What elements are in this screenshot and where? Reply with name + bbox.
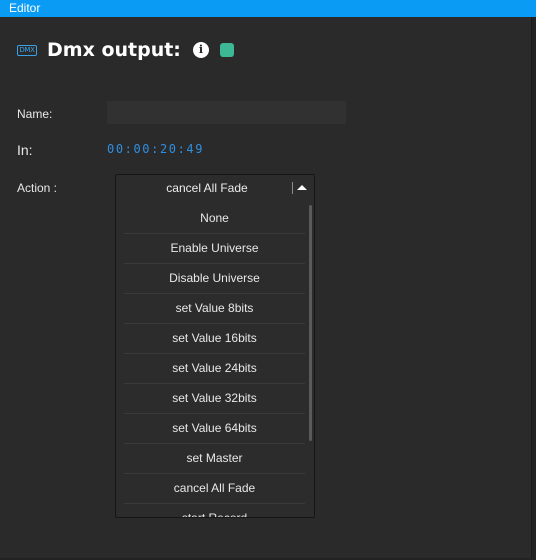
name-label: Name:: [17, 107, 53, 121]
dropdown-option[interactable]: Disable Universe: [124, 264, 305, 294]
dropdown-scrollbar[interactable]: [309, 205, 312, 441]
dropdown-option[interactable]: set Value 64bits: [124, 414, 305, 444]
dropdown-option[interactable]: set Value 24bits: [124, 354, 305, 384]
in-label: In:: [17, 142, 33, 158]
action-selected-value: cancel All Fade: [166, 181, 248, 195]
name-input[interactable]: [107, 101, 346, 124]
action-label: Action :: [17, 181, 58, 195]
dropdown-option[interactable]: cancel All Fade: [124, 474, 305, 504]
dropdown-option[interactable]: set Value 8bits: [124, 294, 305, 324]
dropdown-divider: [292, 182, 293, 194]
action-options-list: None Enable Universe Disable Universe se…: [124, 204, 305, 517]
action-dropdown[interactable]: cancel All Fade None Enable Universe Dis…: [115, 174, 315, 518]
dropdown-option[interactable]: start Record: [124, 504, 305, 517]
node-header: DMX Dmx output: i: [17, 38, 234, 62]
chevron-up-icon[interactable]: [297, 185, 307, 190]
dropdown-option[interactable]: set Value 16bits: [124, 324, 305, 354]
node-title: Dmx output:: [47, 39, 181, 61]
dropdown-option[interactable]: Enable Universe: [124, 234, 305, 264]
in-timecode-field[interactable]: 00:00:20:49: [107, 142, 204, 156]
action-dropdown-selected[interactable]: cancel All Fade: [116, 175, 314, 201]
color-swatch[interactable]: [219, 43, 234, 57]
info-icon[interactable]: i: [192, 42, 209, 58]
dropdown-option[interactable]: set Master: [124, 444, 305, 474]
dropdown-option[interactable]: set Value 32bits: [124, 384, 305, 414]
dropdown-option[interactable]: None: [124, 204, 305, 234]
window-title-bar: Editor: [0, 0, 536, 17]
dmx-icon: DMX: [17, 44, 37, 56]
window-title: Editor: [9, 1, 41, 15]
